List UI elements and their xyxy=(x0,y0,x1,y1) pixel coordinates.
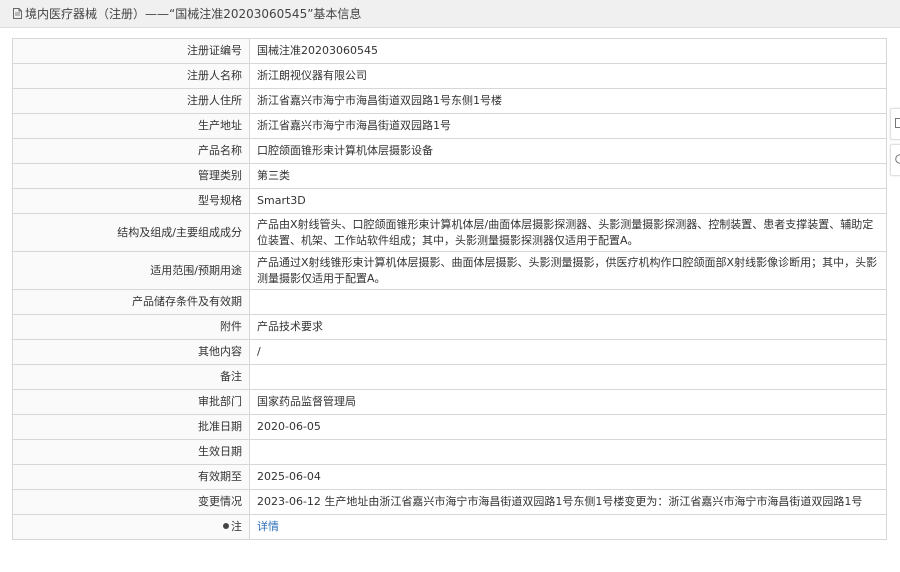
table-row: 注册人名称 浙江朗视仪器有限公司 xyxy=(12,63,887,89)
table-row: 备注 xyxy=(12,364,887,390)
table-row-note: 注 详情 xyxy=(12,514,887,540)
table-row: 注册证编号 国械注准20203060545 xyxy=(12,38,887,64)
table-row: 注册人住所 浙江省嘉兴市海宁市海昌街道双园路1号东侧1号楼 xyxy=(12,88,887,114)
row-value: 产品技术要求 xyxy=(249,314,887,340)
table-row: 变更情况 2023-06-12 生产地址由浙江省嘉兴市海宁市海昌街道双园路1号东… xyxy=(12,489,887,515)
row-label: 产品储存条件及有效期 xyxy=(12,289,250,315)
row-label: 变更情况 xyxy=(12,489,250,515)
row-value: 浙江省嘉兴市海宁市海昌街道双园路1号 xyxy=(249,113,887,139)
table-row: 有效期至 2025-06-04 xyxy=(12,464,887,490)
row-value: 2025-06-04 xyxy=(249,464,887,490)
row-label: 适用范围/预期用途 xyxy=(12,251,250,290)
table-row: 批准日期 2020-06-05 xyxy=(12,414,887,440)
note-value-cell: 详情 xyxy=(249,514,887,540)
row-value xyxy=(249,289,887,315)
row-label: 有效期至 xyxy=(12,464,250,490)
page-header: 境内医疗器械（注册）——“国械注准20203060545”基本信息 xyxy=(0,0,900,28)
table-row: 其他内容 / xyxy=(12,339,887,365)
row-label: 管理类别 xyxy=(12,163,250,189)
row-label: 注册人名称 xyxy=(12,63,250,89)
info-icon xyxy=(895,154,900,164)
row-value: 浙江朗视仪器有限公司 xyxy=(249,63,887,89)
row-value: 国家药品监督管理局 xyxy=(249,389,887,415)
document-icon xyxy=(13,8,22,19)
page-title: 境内医疗器械（注册）——“国械注准20203060545”基本信息 xyxy=(25,7,362,21)
row-label: 生效日期 xyxy=(12,439,250,465)
row-label: 产品名称 xyxy=(12,138,250,164)
row-value: Smart3D xyxy=(249,188,887,214)
device-info-table: 注册证编号 国械注准20203060545 注册人名称 浙江朗视仪器有限公司 注… xyxy=(12,38,887,540)
table-row: 适用范围/预期用途 产品通过X射线锥形束计算机体层摄影、曲面体层摄影、头影测量摄… xyxy=(12,251,887,290)
row-value: 国械注准20203060545 xyxy=(249,38,887,64)
table-row: 审批部门 国家药品监督管理局 xyxy=(12,389,887,415)
row-value xyxy=(249,364,887,390)
row-value: 产品通过X射线锥形束计算机体层摄影、曲面体层摄影、头影测量摄影，供医疗机构作口腔… xyxy=(249,251,887,290)
row-value: 产品由X射线管头、口腔颌面锥形束计算机体层/曲面体层摄影探测器、头影测量摄影探测… xyxy=(249,213,887,252)
document-icon xyxy=(895,118,900,128)
row-label: 生产地址 xyxy=(12,113,250,139)
row-label: 备注 xyxy=(12,364,250,390)
table-row: 生产地址 浙江省嘉兴市海宁市海昌街道双园路1号 xyxy=(12,113,887,139)
row-label: 型号规格 xyxy=(12,188,250,214)
side-info-button[interactable] xyxy=(890,144,900,176)
row-value: 口腔颌面锥形束计算机体层摄影设备 xyxy=(249,138,887,164)
table-row: 结构及组成/主要组成成分 产品由X射线管头、口腔颌面锥形束计算机体层/曲面体层摄… xyxy=(12,213,887,252)
row-value: 第三类 xyxy=(249,163,887,189)
note-label-cell: 注 xyxy=(12,514,250,540)
details-link[interactable]: 详情 xyxy=(257,520,279,533)
row-label: 审批部门 xyxy=(12,389,250,415)
row-value: 2020-06-05 xyxy=(249,414,887,440)
row-label: 注册证编号 xyxy=(12,38,250,64)
row-label: 注册人住所 xyxy=(12,88,250,114)
row-value xyxy=(249,439,887,465)
row-value: 2023-06-12 生产地址由浙江省嘉兴市海宁市海昌街道双园路1号东侧1号楼变… xyxy=(249,489,887,515)
note-label: 注 xyxy=(231,520,242,533)
table-row: 管理类别 第三类 xyxy=(12,163,887,189)
row-label: 其他内容 xyxy=(12,339,250,365)
table-row: 产品名称 口腔颌面锥形束计算机体层摄影设备 xyxy=(12,138,887,164)
table-row: 生效日期 xyxy=(12,439,887,465)
table-row: 型号规格 Smart3D xyxy=(12,188,887,214)
row-value: 浙江省嘉兴市海宁市海昌街道双园路1号东侧1号楼 xyxy=(249,88,887,114)
row-value: / xyxy=(249,339,887,365)
row-label: 批准日期 xyxy=(12,414,250,440)
table-row: 产品储存条件及有效期 xyxy=(12,289,887,315)
row-label: 结构及组成/主要组成成分 xyxy=(12,213,250,252)
info-dot-icon xyxy=(223,523,229,529)
table-row: 附件 产品技术要求 xyxy=(12,314,887,340)
side-document-button[interactable] xyxy=(890,108,900,140)
row-label: 附件 xyxy=(12,314,250,340)
